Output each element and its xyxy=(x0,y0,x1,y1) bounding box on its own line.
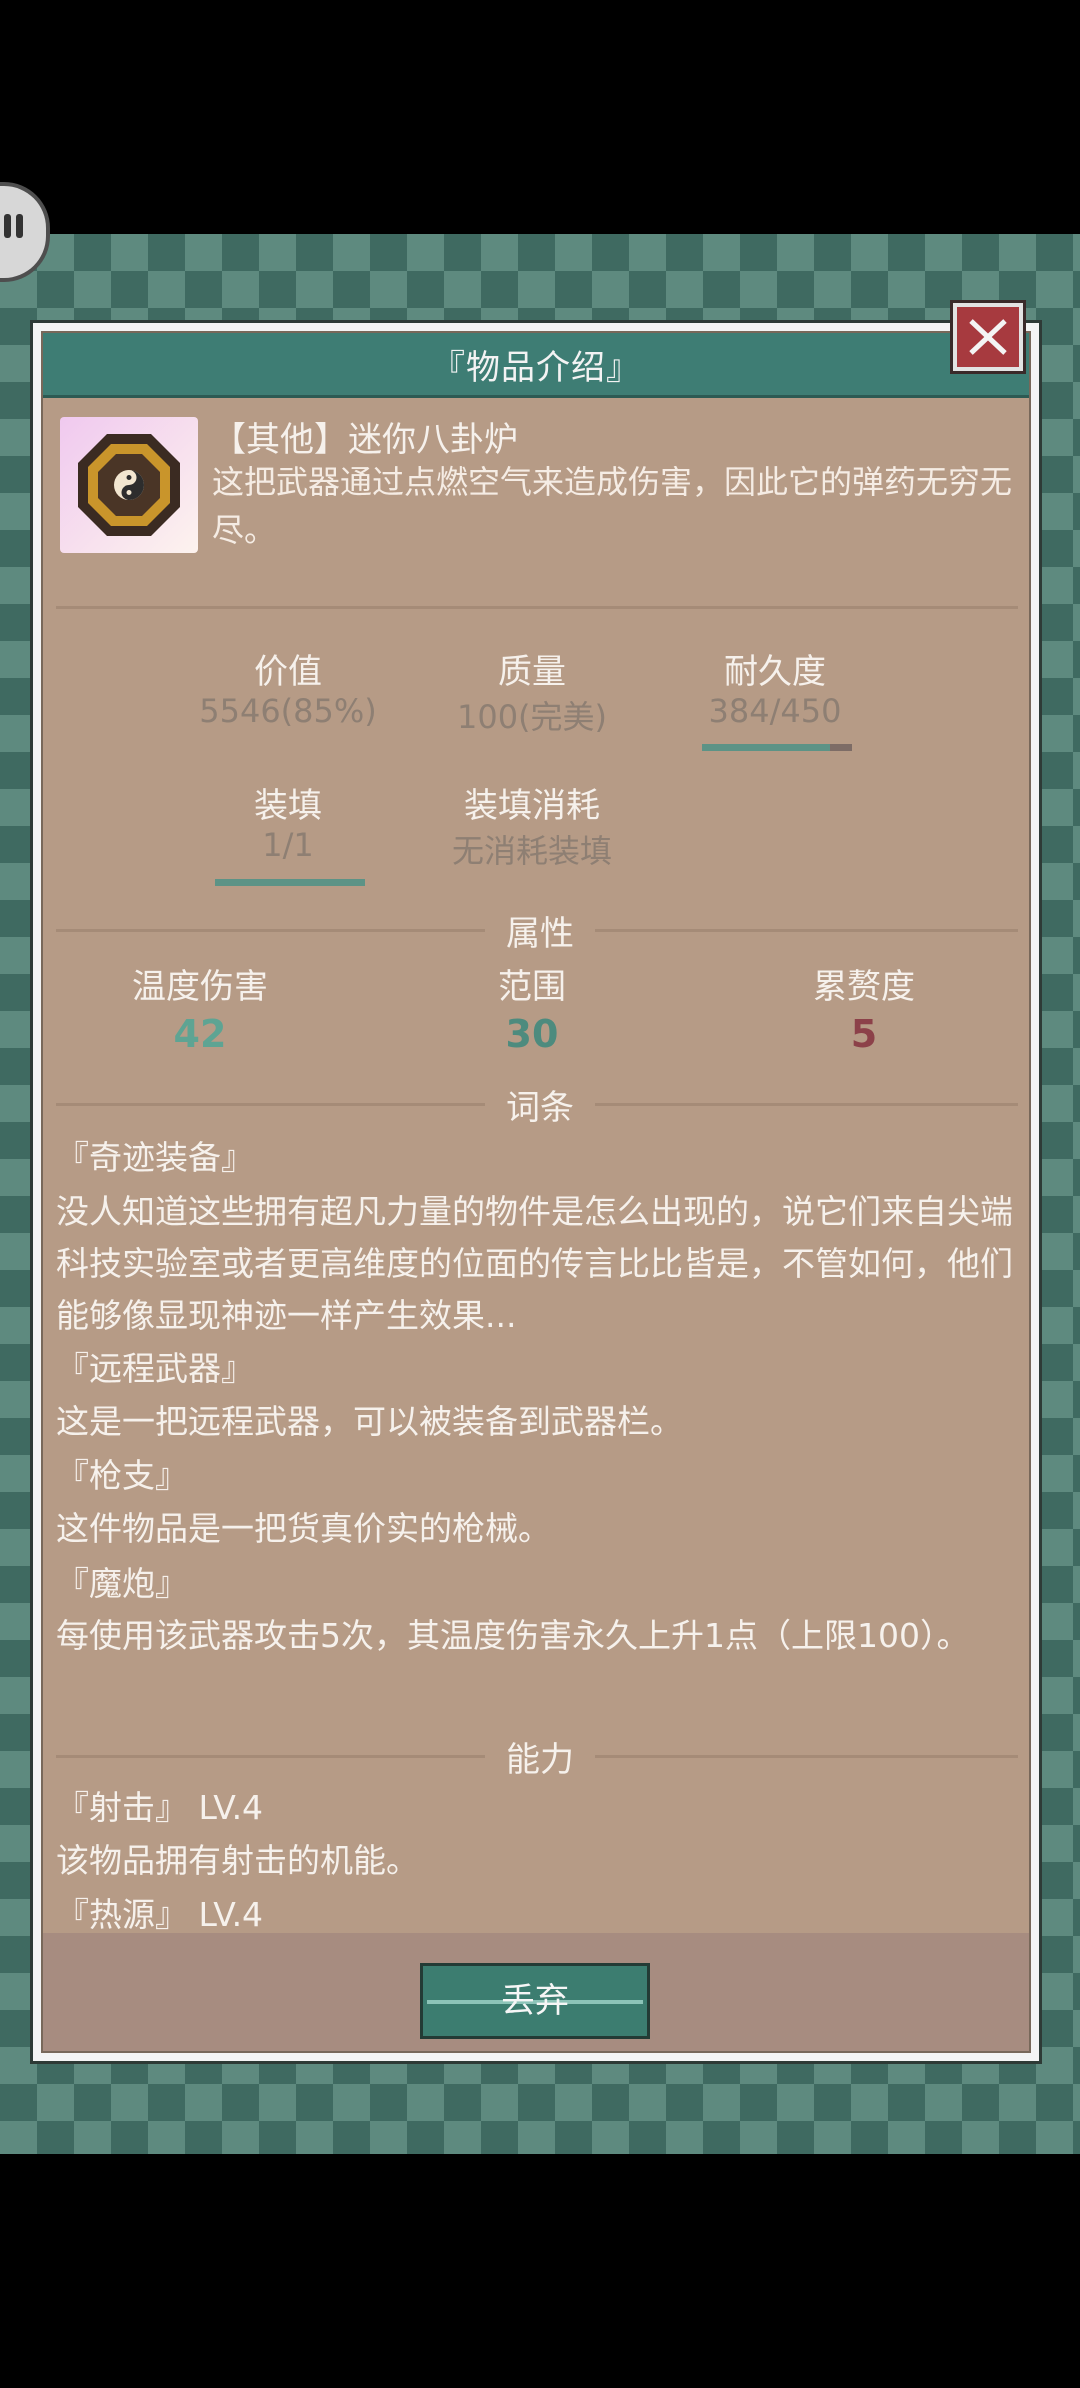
entry-title: 『远程武器』 xyxy=(56,1349,254,1388)
load-bar xyxy=(215,879,365,886)
item-description: 这把武器通过点燃空气来造成伤害，因此它的弹药无穷无尽。 xyxy=(212,463,1013,549)
ability-title: 『射击』 LV.4 xyxy=(56,1788,264,1827)
discard-label: 丢弃 xyxy=(501,1981,569,2021)
load-cost-text: 无消耗装填 xyxy=(451,832,612,870)
entry-text: 没人知道这些拥有超凡力量的物件是怎么出现的，说它们来自尖端科技实验室或者更高维度… xyxy=(56,1192,1013,1335)
value-label: 价值 xyxy=(254,652,322,692)
attribute-label: 范围 xyxy=(498,967,566,1007)
divider xyxy=(56,606,1018,609)
ability-title: 『热源』 LV.4 xyxy=(56,1895,264,1934)
bagua-icon xyxy=(78,434,180,536)
item-icon-frame xyxy=(60,417,198,553)
value-text: 5546(85%) xyxy=(199,692,377,730)
entry-text: 每使用该武器攻击5次，其温度伤害永久上升1点（上限100）。 xyxy=(56,1616,970,1655)
attribute-value: 30 xyxy=(505,1012,559,1056)
load-bar-fill xyxy=(215,879,365,886)
attribute-value: 5 xyxy=(850,1012,878,1056)
attributes-heading: 属性 xyxy=(485,906,595,955)
ability-text: 该物品拥有射击的机能。 xyxy=(56,1841,419,1880)
entries-heading: 词条 xyxy=(485,1080,595,1129)
close-button[interactable] xyxy=(953,303,1023,371)
entry-title: 『魔炮』 xyxy=(56,1564,188,1603)
panel-title: 『物品介绍』 xyxy=(43,333,1029,398)
durability-bar xyxy=(702,744,852,751)
entry-text: 这件物品是一把货真价实的枪械。 xyxy=(56,1509,551,1548)
attribute-label: 累赘度 xyxy=(813,967,915,1007)
entry-text: 这是一把远程武器，可以被装备到武器栏。 xyxy=(56,1402,683,1441)
quality-label: 质量 xyxy=(498,652,566,692)
load-cost-label: 装填消耗 xyxy=(464,786,600,826)
close-icon xyxy=(969,319,1007,355)
entry-title: 『奇迹装备』 xyxy=(56,1138,254,1177)
durability-label: 耐久度 xyxy=(724,652,826,692)
discard-button[interactable]: 丢弃 xyxy=(420,1963,650,2039)
entry-title: 『枪支』 xyxy=(56,1456,188,1495)
durability-bar-fill xyxy=(702,744,830,751)
attribute-label: 温度伤害 xyxy=(132,967,268,1007)
durability-text: 384/450 xyxy=(708,692,842,730)
quality-text: 100(完美) xyxy=(456,698,608,736)
item-name: 【其他】迷你八卦炉 xyxy=(212,420,518,460)
load-text: 1/1 xyxy=(262,826,314,864)
attribute-value: 42 xyxy=(173,1012,227,1056)
load-label: 装填 xyxy=(254,786,322,826)
abilities-heading: 能力 xyxy=(485,1732,595,1781)
